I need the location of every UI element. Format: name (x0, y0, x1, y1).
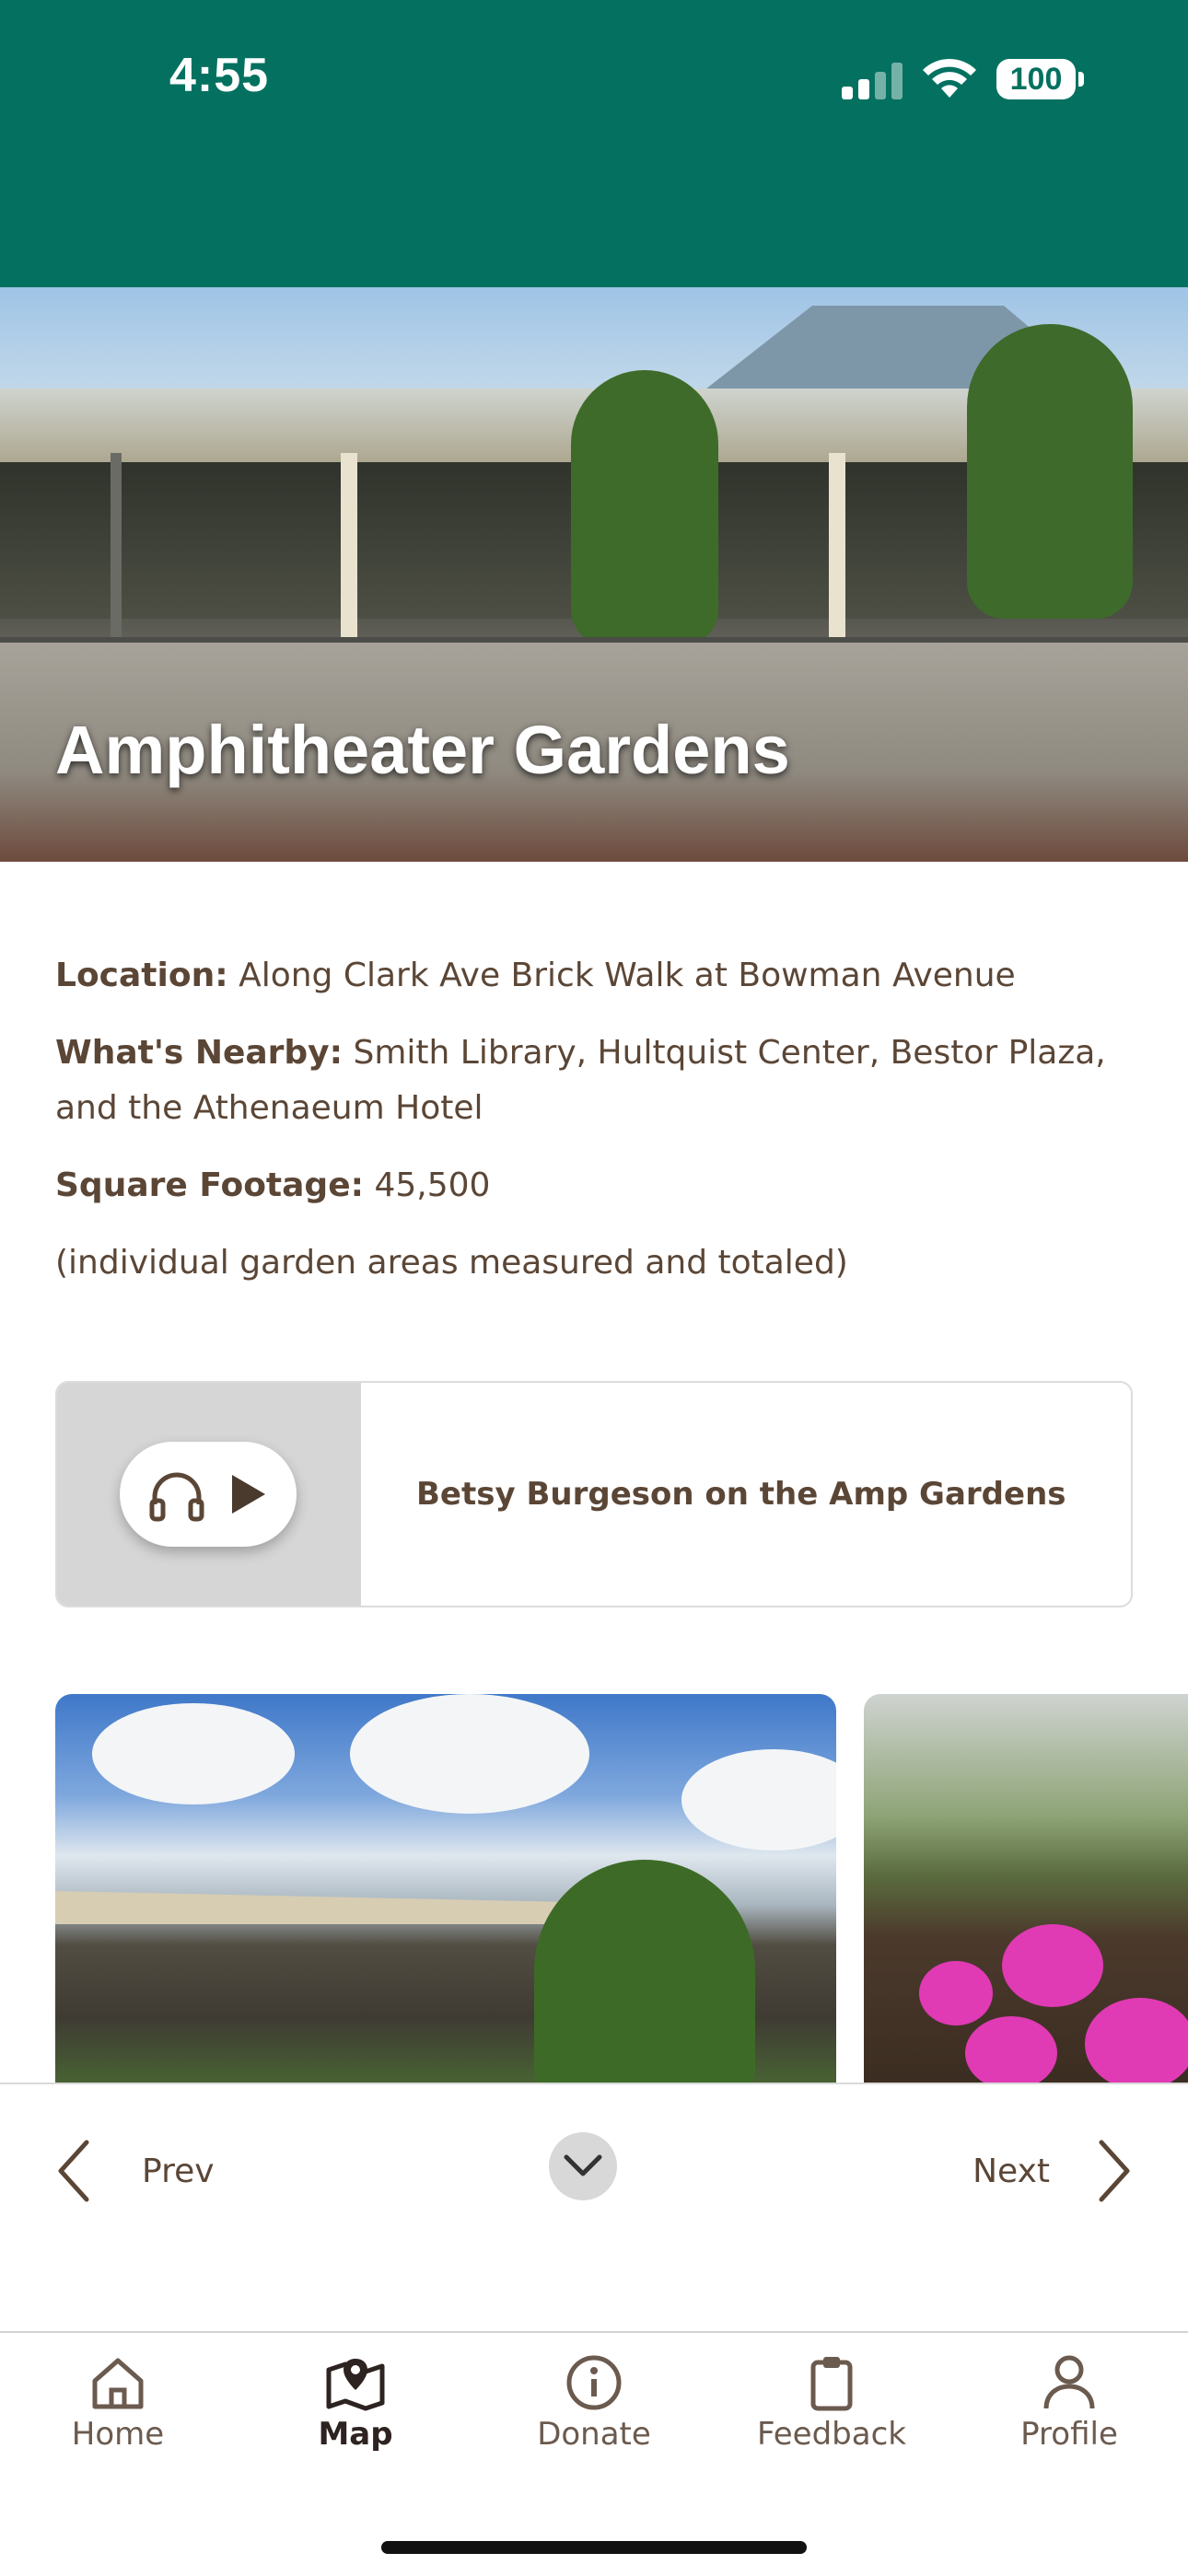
chevron-left-icon (58, 2140, 89, 2202)
tab-label: Home (71, 2416, 165, 2453)
map-icon (326, 2359, 385, 2411)
footage-note: (individual garden areas measured and to… (55, 1244, 848, 1282)
pager-bar: Prev Next (0, 2083, 1188, 2333)
battery-level: 100 (996, 59, 1076, 99)
footage-row: Square Footage: 45,500 (55, 1158, 1133, 1213)
tab-label: Map (318, 2416, 393, 2453)
info-icon (566, 2355, 622, 2410)
tab-bar: Home Map Donate Feedback Profile (0, 2331, 1188, 2576)
footage-label: Square Footage: (55, 1166, 365, 1204)
status-time: 4:55 (169, 49, 270, 102)
tab-map[interactable]: Map (263, 2353, 448, 2453)
prev-label: Prev (142, 2152, 215, 2190)
next-label: Next (973, 2152, 1050, 2190)
chevron-down-icon (564, 2154, 602, 2176)
cellular-signal-icon (842, 61, 906, 99)
tab-profile[interactable]: Profile (977, 2353, 1161, 2453)
location-value: Along Clark Ave Brick Walk at Bowman Ave… (227, 957, 1016, 994)
prev-button[interactable]: Prev (55, 2134, 215, 2208)
tab-label: Feedback (757, 2416, 906, 2453)
tab-feedback[interactable]: Feedback (740, 2353, 924, 2453)
next-button[interactable]: Next (973, 2134, 1133, 2208)
play-audio-button[interactable] (120, 1442, 297, 1547)
audio-clip-card[interactable]: Betsy Burgeson on the Amp Gardens (55, 1381, 1133, 1607)
location-row: Location: Along Clark Ave Brick Walk at … (55, 948, 1133, 1004)
play-icon (232, 1475, 265, 1514)
gallery-photo[interactable] (864, 1694, 1188, 2083)
chevron-right-icon (1099, 2140, 1130, 2202)
tab-donate[interactable]: Donate (502, 2353, 686, 2453)
photo-gallery[interactable] (0, 1694, 1188, 2083)
nearby-label: What's Nearby: (55, 1034, 344, 1072)
collapse-button[interactable] (549, 2132, 617, 2200)
headphones-icon (149, 1472, 204, 1522)
nearby-row: What's Nearby: Smith Library, Hultquist … (55, 1026, 1133, 1136)
footage-value: 45,500 (364, 1166, 491, 1204)
battery-icon: 100 (996, 59, 1085, 99)
clipboard-icon (810, 2357, 853, 2411)
person-icon (1043, 2355, 1095, 2409)
tab-label: Donate (537, 2416, 651, 2453)
hero-image: Amphitheater Gardens (0, 287, 1188, 862)
tab-home[interactable]: Home (26, 2353, 210, 2453)
location-label: Location: (55, 957, 228, 994)
audio-title[interactable]: Betsy Burgeson on the Amp Gardens (416, 1383, 1066, 1606)
audio-thumbnail (57, 1383, 361, 1606)
tab-label: Profile (1020, 2416, 1118, 2453)
gallery-photo[interactable] (55, 1694, 836, 2083)
location-details: Location: Along Clark Ave Brick Walk at … (55, 948, 1133, 1313)
status-bar: 4:55 100 (0, 0, 1188, 287)
home-indicator[interactable] (381, 2541, 807, 2554)
home-icon (92, 2358, 144, 2409)
wifi-icon (923, 58, 976, 98)
page-title: Amphitheater Gardens (55, 712, 790, 788)
